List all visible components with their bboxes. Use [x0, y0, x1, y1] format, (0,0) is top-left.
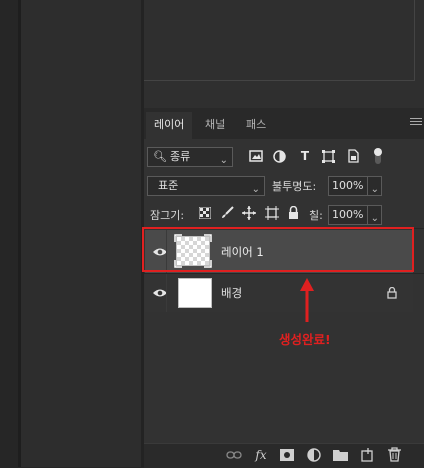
panel-menu-icon[interactable] — [410, 118, 422, 128]
fill-divider — [367, 206, 368, 224]
lock-icon — [387, 287, 397, 299]
fx-icon[interactable]: fx — [253, 447, 269, 463]
type-filter-icon[interactable]: T — [297, 148, 313, 164]
row-divider — [166, 230, 167, 273]
adjustment-filter-icon[interactable] — [273, 150, 286, 163]
new-layer-icon[interactable] — [361, 448, 374, 462]
selection-corner-marks — [174, 234, 212, 268]
lock-transparent-pixels-icon[interactable] — [199, 207, 211, 219]
tab-channels[interactable]: 채널 — [197, 112, 233, 139]
blend-mode-value: 표준 — [158, 179, 179, 192]
shape-filter-icon[interactable] — [322, 150, 335, 163]
image-filter-icon[interactable] — [249, 150, 263, 162]
layer-name[interactable]: 레이어 1 — [221, 244, 264, 260]
visibility-eye-icon[interactable] — [153, 288, 167, 298]
filter-kind-label: 종류 — [170, 150, 191, 163]
filter-kind-dropdown[interactable]: 🔍︎ 종류 ⌄ — [147, 147, 233, 167]
lock-position-icon[interactable] — [242, 206, 256, 220]
chevron-down-icon: ⌄ — [370, 184, 379, 195]
tab-layers[interactable]: 레이어 — [146, 112, 193, 139]
opacity-label: 불투명도: — [272, 180, 317, 193]
lock-artboard-icon[interactable] — [265, 206, 279, 220]
lock-image-pixels-icon[interactable] — [221, 206, 234, 219]
lock-label: 잠그기: — [150, 209, 185, 222]
annotation-arrow-icon — [300, 278, 314, 322]
visibility-eye-icon[interactable] — [153, 247, 167, 257]
opacity-value: 100% — [332, 179, 364, 192]
layer-row-background[interactable]: 배경 — [145, 274, 413, 312]
upper-panel-frame — [144, 0, 415, 81]
layers-divider — [144, 228, 424, 229]
chevron-down-icon: ⌄ — [219, 155, 228, 166]
adjustment-layer-icon[interactable] — [307, 448, 321, 462]
chevron-down-icon: ⌄ — [251, 184, 260, 195]
add-mask-icon[interactable] — [280, 449, 294, 461]
opacity-divider — [367, 177, 368, 195]
row-divider — [166, 274, 167, 312]
fill-label: 칠: — [309, 209, 323, 222]
trash-icon[interactable] — [388, 447, 401, 462]
fill-input[interactable]: 100% ⌄ — [328, 205, 382, 225]
layer-row-layer1[interactable]: 레이어 1 — [145, 230, 413, 273]
smart-object-filter-icon[interactable] — [347, 149, 360, 163]
search-icon: 🔍︎ — [153, 150, 167, 163]
link-layers-icon[interactable] — [226, 450, 242, 460]
filter-toggle-icon[interactable] — [373, 147, 383, 165]
lock-all-icon[interactable] — [288, 206, 299, 219]
chevron-down-icon: ⌄ — [370, 213, 379, 224]
fill-value: 100% — [332, 208, 364, 221]
blend-mode-dropdown[interactable]: 표준 ⌄ — [147, 176, 265, 196]
layer-name[interactable]: 배경 — [221, 285, 242, 301]
layer-thumbnail-white — [178, 278, 212, 308]
group-folder-icon[interactable] — [333, 449, 348, 461]
opacity-input[interactable]: 100% ⌄ — [328, 176, 382, 196]
annotation-text: 생성완료! — [279, 332, 331, 347]
tools-column — [21, 0, 143, 467]
tab-paths[interactable]: 패스 — [238, 112, 274, 139]
